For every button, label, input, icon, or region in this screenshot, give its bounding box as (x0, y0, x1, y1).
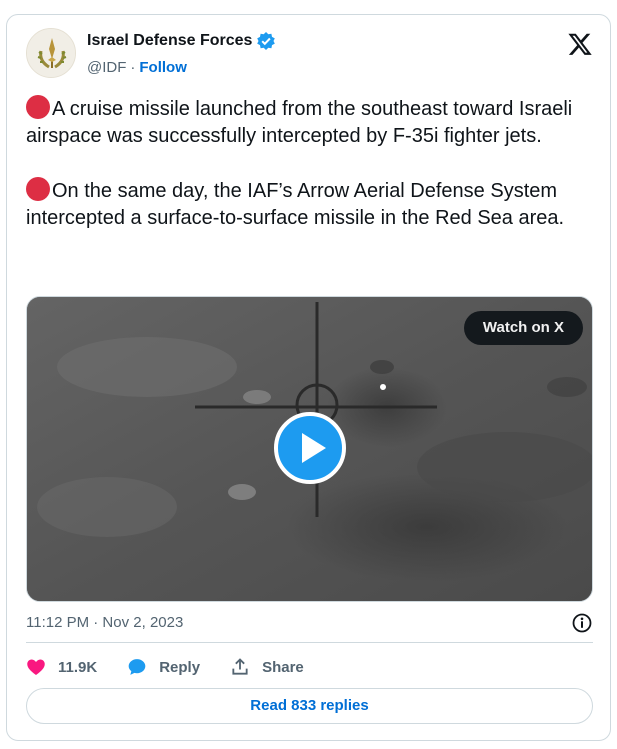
avatar[interactable] (26, 28, 76, 78)
tweet-paragraph-text: A cruise missile launched from the south… (26, 98, 573, 147)
timestamp[interactable]: 11:12 PM · Nov 2, 2023 (26, 614, 183, 631)
follow-button[interactable]: Follow (139, 59, 187, 76)
share-icon (232, 658, 248, 675)
reply-bubble-icon (128, 659, 146, 675)
heart-icon (27, 659, 45, 675)
author-name[interactable]: Israel Defense Forces (87, 32, 252, 50)
x-logo-icon[interactable] (567, 31, 593, 57)
tweet-text: A cruise missile launched from the south… (26, 95, 596, 232)
play-button[interactable] (274, 412, 346, 484)
share-label: Share (262, 658, 304, 676)
idf-emblem-icon (27, 29, 75, 77)
divider (26, 642, 593, 643)
read-replies-button[interactable]: Read 833 replies (26, 688, 593, 724)
tweet-paragraph-text: On the same day, the IAF’s Arrow Aerial … (26, 180, 565, 229)
author-handle-row: @IDF · Follow (87, 59, 187, 76)
tweet-card: Israel Defense Forces @IDF · Follow A cr… (6, 14, 611, 741)
share-button[interactable]: Share (230, 657, 304, 677)
tweet-paragraph: A cruise missile launched from the south… (26, 95, 596, 150)
reply-label: Reply (159, 658, 201, 676)
red-circle-emoji-icon (26, 177, 50, 201)
like-button[interactable]: 11.9K (26, 657, 97, 677)
watch-on-x-button[interactable]: Watch on X (463, 311, 583, 345)
timestamp-row: 11:12 PM · Nov 2, 2023 (26, 612, 593, 634)
verified-badge-icon (256, 31, 276, 51)
play-icon (302, 433, 326, 463)
handle-separator: · (130, 59, 136, 76)
action-bar: 11.9K Reply Share (26, 654, 334, 680)
author-handle[interactable]: @IDF (87, 59, 126, 76)
reply-button[interactable]: Reply (127, 657, 200, 677)
info-icon[interactable] (571, 612, 593, 634)
video-player[interactable]: Watch on X (26, 296, 593, 602)
author-name-row: Israel Defense Forces (87, 31, 276, 51)
red-circle-emoji-icon (26, 95, 50, 119)
like-count: 11.9K (58, 658, 98, 676)
tweet-paragraph: On the same day, the IAF’s Arrow Aerial … (26, 177, 596, 232)
